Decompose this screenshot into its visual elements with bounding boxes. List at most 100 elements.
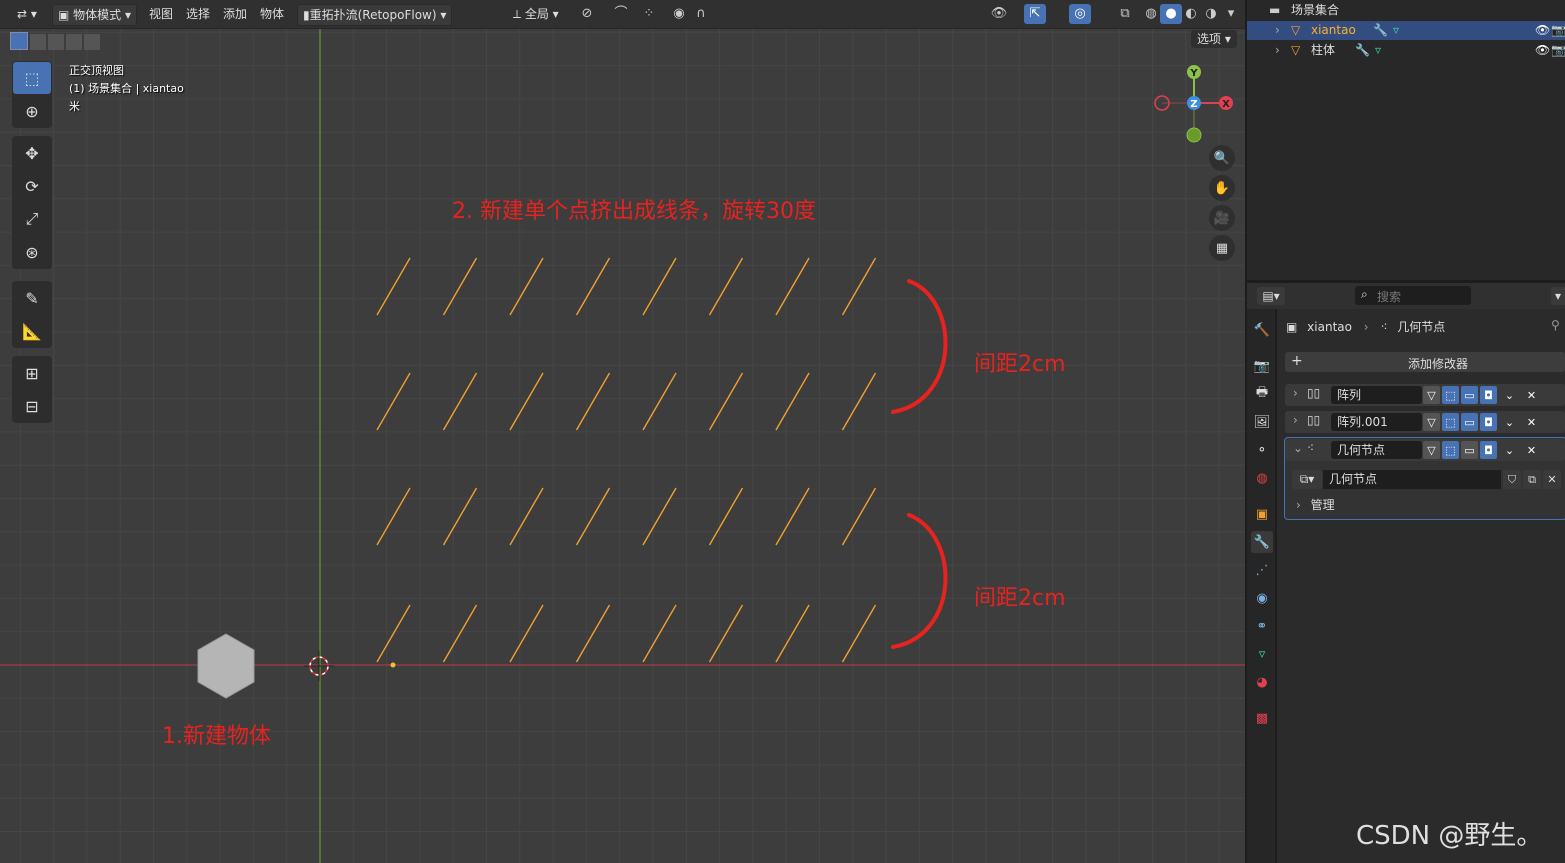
wireframe-shading-icon[interactable]: ◍ — [1140, 4, 1162, 24]
shading-options-icon[interactable]: ▾ — [1220, 4, 1242, 24]
3d-viewport[interactable]: ⇄ ▾ ▣ 物体模式 ▾ 视图 选择 添加 物体 ▮重拓扑流(RetopoFlo… — [0, 0, 1245, 863]
retopoflow-menu[interactable]: ▮重拓扑流(RetopoFlow) ▾ — [297, 4, 453, 26]
modifier-menu-icon[interactable]: ⌄ — [1501, 441, 1518, 459]
modifier-menu-icon[interactable]: ⌄ — [1501, 413, 1518, 431]
pin-icon[interactable]: ⚲ — [1551, 318, 1560, 332]
edge-line[interactable] — [509, 372, 544, 431]
material-tab-icon[interactable]: ◕ — [1251, 671, 1273, 693]
scale-tool-icon[interactable]: ⤢ — [13, 203, 51, 235]
edge-line[interactable] — [376, 487, 411, 546]
object-tab-icon[interactable]: ▣ — [1251, 503, 1273, 525]
ortho-grid-icon[interactable]: ▦ — [1209, 235, 1235, 261]
editor-type-menu[interactable]: ▤▾ — [1257, 287, 1285, 305]
visibility-eye-icon[interactable]: 👁 — [1535, 41, 1550, 60]
duplicate-icon[interactable]: ⧉ — [1523, 470, 1541, 489]
edge-line[interactable] — [708, 487, 744, 546]
visibility-eye-icon[interactable]: 👁 — [1535, 21, 1550, 40]
edge-line[interactable] — [376, 604, 411, 663]
edit-mode-icon[interactable]: ⬚ — [1442, 413, 1459, 431]
edge-line[interactable] — [575, 487, 611, 546]
select-invert-icon[interactable] — [66, 34, 82, 50]
xray-icon[interactable]: ⧉ — [1114, 4, 1136, 24]
search-field[interactable]: ⌕ 搜索 — [1355, 286, 1471, 305]
expand-chevron-icon[interactable]: › — [1275, 41, 1280, 60]
remove-modifier-icon[interactable]: ✕ — [1523, 441, 1540, 459]
annotate-tool-icon[interactable]: ✎ — [13, 282, 51, 314]
outliner-item-xiantao[interactable]: › ▽ xiantao 🔧 ▿ 👁 📷 — [1247, 21, 1565, 40]
remove-modifier-icon[interactable]: ✕ — [1523, 413, 1540, 431]
select-box-tool-icon[interactable]: ⬚ — [13, 62, 51, 94]
material-shading-icon[interactable]: ◐ — [1180, 4, 1202, 24]
render-display-icon[interactable]: ◘ — [1480, 386, 1497, 404]
header-menu-icon[interactable]: ▾ — [1551, 287, 1565, 305]
edge-line[interactable] — [708, 372, 744, 431]
modifier-tab-icon[interactable]: 🔧 — [1251, 531, 1273, 553]
edge-line[interactable] — [442, 257, 478, 316]
transform-orientation-dropdown[interactable]: ⟂ 全局 ▾ — [508, 4, 564, 24]
edge-line[interactable] — [708, 257, 744, 316]
viewport-display-icon[interactable]: ▭ — [1461, 413, 1478, 431]
pivot-point-icon[interactable]: ⊘ — [576, 4, 598, 24]
select-subtract-icon[interactable] — [48, 34, 64, 50]
rotate-tool-icon[interactable]: ⟳ — [13, 170, 51, 202]
menu-view[interactable]: 视图 — [144, 4, 178, 24]
node-group-field[interactable]: 几何节点 — [1323, 470, 1501, 489]
options-dropdown[interactable]: 选项 ▾ — [1191, 30, 1237, 48]
edge-line[interactable] — [642, 604, 677, 663]
edge-line[interactable] — [575, 604, 611, 663]
edge-line[interactable] — [575, 257, 611, 316]
edge-line[interactable] — [775, 487, 810, 546]
edge-line[interactable] — [841, 372, 877, 431]
edge-line[interactable] — [442, 372, 478, 431]
render-tab-icon[interactable]: 📷 — [1251, 355, 1273, 377]
modifier-wrench-icon[interactable]: 🔧 — [1373, 21, 1388, 40]
select-new-icon[interactable] — [10, 32, 28, 50]
modifier-array-001[interactable]: › ▯▯ 阵列.001 ▽ ⬚ ▭ ◘ ⌄ ✕ — [1285, 411, 1565, 433]
rendered-shading-icon[interactable]: ◑ — [1200, 4, 1222, 24]
view-layer-tab-icon[interactable]: 🖼 — [1251, 411, 1273, 433]
particles-tab-icon[interactable]: ⋰ — [1251, 559, 1273, 581]
fake-user-shield-icon[interactable]: ⛉ — [1503, 470, 1521, 489]
add-modifier-button[interactable]: + 添加修改器 — [1285, 352, 1565, 372]
pan-hand-icon[interactable]: ✋ — [1209, 175, 1235, 201]
edge-line[interactable] — [442, 487, 478, 546]
edge-line[interactable] — [575, 372, 611, 431]
viewport-display-icon[interactable]: ▭ — [1461, 441, 1478, 459]
edge-line[interactable] — [642, 257, 677, 316]
outliner-item-cylinder[interactable]: › ▽ 柱体 🔧 ▿ 👁 📷 — [1247, 41, 1565, 60]
gizmo-neg-y-handle[interactable] — [1186, 127, 1202, 143]
mesh-data-tab-icon[interactable]: ▿ — [1251, 643, 1273, 665]
modifier-wrench-icon[interactable]: 🔧 — [1355, 41, 1370, 60]
edit-mode-icon[interactable]: ⬚ — [1442, 441, 1459, 459]
edge-line[interactable] — [642, 487, 677, 546]
edge-line[interactable] — [775, 604, 810, 663]
modifier-menu-icon[interactable]: ⌄ — [1501, 386, 1518, 404]
render-display-icon[interactable]: ◘ — [1480, 413, 1497, 431]
constraints-tab-icon[interactable]: ⚭ — [1251, 615, 1273, 637]
edge-line[interactable] — [376, 257, 411, 316]
visibility-icon[interactable]: 👁 — [988, 4, 1010, 24]
render-display-icon[interactable]: ◘ — [1480, 441, 1497, 459]
modifier-name-field[interactable]: 阵列 — [1331, 386, 1422, 404]
expand-chevron-icon[interactable]: › — [1275, 21, 1280, 40]
menu-object[interactable]: 物体 — [255, 4, 289, 24]
texture-tab-icon[interactable]: ▩ — [1251, 707, 1273, 729]
expand-chevron-icon[interactable]: › — [1293, 386, 1298, 400]
mode-dropdown[interactable]: ▣ 物体模式 ▾ — [52, 4, 138, 26]
scene-tab-icon[interactable]: ⚬ — [1251, 439, 1273, 461]
remove-modifier-icon[interactable]: ✕ — [1523, 386, 1540, 404]
menu-add[interactable]: 添加 — [218, 4, 252, 24]
edge-line[interactable] — [775, 257, 810, 316]
expand-chevron-icon[interactable]: › — [1293, 413, 1298, 427]
render-camera-icon[interactable]: 📷 — [1551, 41, 1565, 60]
proportional-edit-icon[interactable]: ◉ — [668, 4, 690, 24]
modifier-array[interactable]: › ▯▯ 阵列 ▽ ⬚ ▭ ◘ ⌄ ✕ — [1285, 384, 1565, 406]
snap-target-icon[interactable]: ⁘ — [638, 4, 660, 24]
add-cube-tool-icon[interactable]: ⊞ — [13, 357, 51, 389]
mesh-data-icon[interactable]: ▿ — [1393, 21, 1399, 40]
edge-line[interactable] — [642, 372, 677, 431]
cursor-tool-icon[interactable]: ⊕ — [13, 95, 51, 127]
overlay-toggle-icon[interactable]: ◎ — [1069, 4, 1091, 24]
modifier-name-field[interactable]: 几何节点 — [1331, 441, 1422, 459]
navigation-gizmo[interactable]: Y X Z — [1150, 60, 1240, 150]
